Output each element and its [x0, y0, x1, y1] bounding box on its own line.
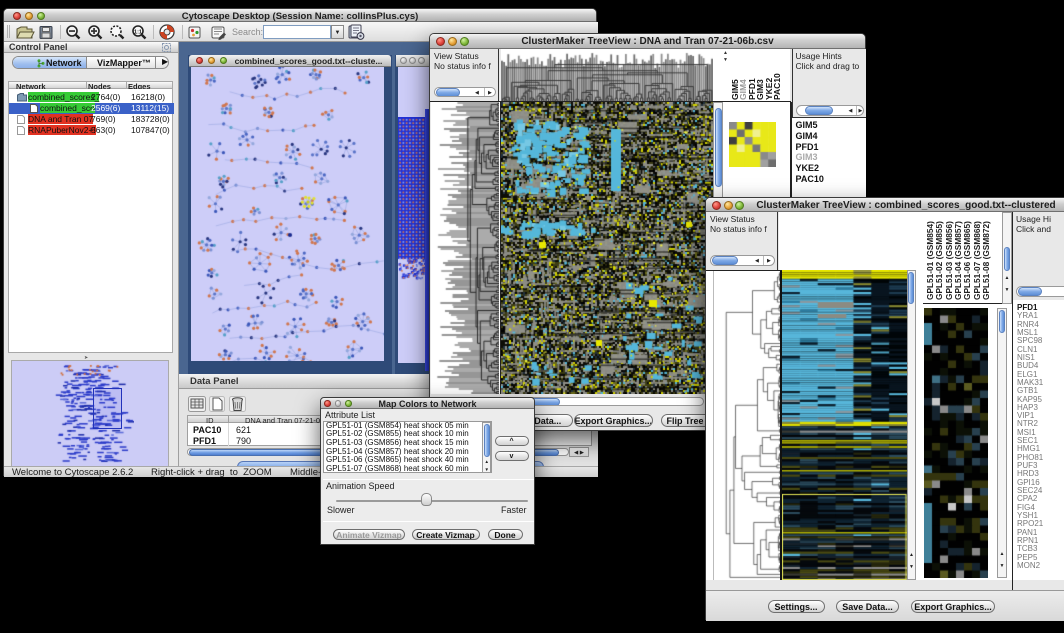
svg-text:1:1: 1:1	[134, 29, 142, 35]
